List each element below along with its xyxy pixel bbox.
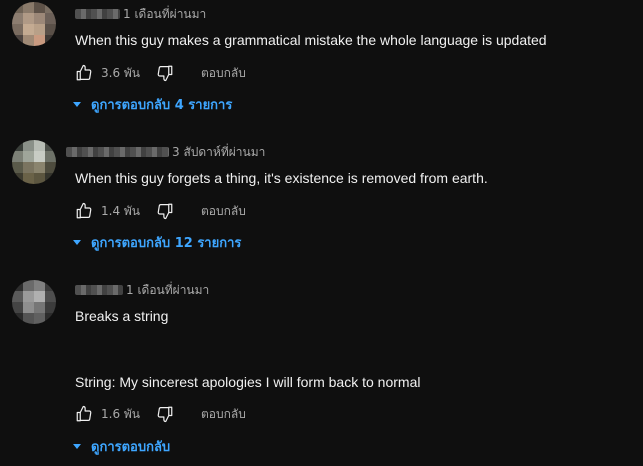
dislike-icon[interactable]: [156, 202, 174, 220]
comment-time[interactable]: 1 เดือนที่ผ่านมา: [126, 281, 209, 300]
author-name[interactable]: [75, 285, 123, 295]
dislike-icon[interactable]: [156, 405, 174, 423]
comment-text: When this guy forgets a thing, it's exis…: [75, 170, 488, 186]
caret-down-icon: [73, 239, 81, 245]
reply-button[interactable]: ตอบกลับ: [201, 202, 246, 221]
author-name[interactable]: [75, 9, 120, 19]
comment-time[interactable]: 3 สัปดาห์ที่ผ่านมา: [172, 143, 265, 162]
like-count: 1.4 พัน: [101, 203, 141, 218]
comment-text: When this guy makes a grammatical mistak…: [75, 32, 547, 48]
caret-down-icon: [73, 443, 81, 449]
like-icon[interactable]: [75, 64, 93, 82]
comment-text-line-2: String: My sincerest apologies I will fo…: [75, 374, 421, 390]
reply-button[interactable]: ตอบกลับ: [201, 64, 246, 83]
caret-down-icon: [73, 101, 81, 107]
view-replies-button[interactable]: ดูการตอบกลับ 12 รายการ: [73, 232, 241, 252]
avatar[interactable]: [12, 140, 56, 184]
like-icon[interactable]: [75, 405, 93, 423]
view-replies-button[interactable]: ดูการตอบกลับ 4 รายการ: [73, 94, 232, 114]
like-icon[interactable]: [75, 202, 93, 220]
view-replies-button[interactable]: ดูการตอบกลับ: [73, 436, 170, 456]
view-replies-label: ดูการตอบกลับ: [91, 439, 171, 455]
comment-time[interactable]: 1 เดือนที่ผ่านมา: [123, 5, 206, 24]
avatar[interactable]: [12, 2, 56, 46]
like-count: 3.6 พัน: [101, 65, 141, 80]
comment-text-line-1: Breaks a string: [75, 308, 169, 324]
avatar[interactable]: [12, 280, 56, 324]
view-replies-label: ดูการตอบกลับ 12 รายการ: [91, 235, 242, 251]
like-count: 1.6 พัน: [101, 406, 141, 421]
view-replies-label: ดูการตอบกลับ 4 รายการ: [91, 97, 233, 113]
author-name[interactable]: [66, 147, 169, 157]
reply-button[interactable]: ตอบกลับ: [201, 405, 246, 424]
dislike-icon[interactable]: [156, 64, 174, 82]
